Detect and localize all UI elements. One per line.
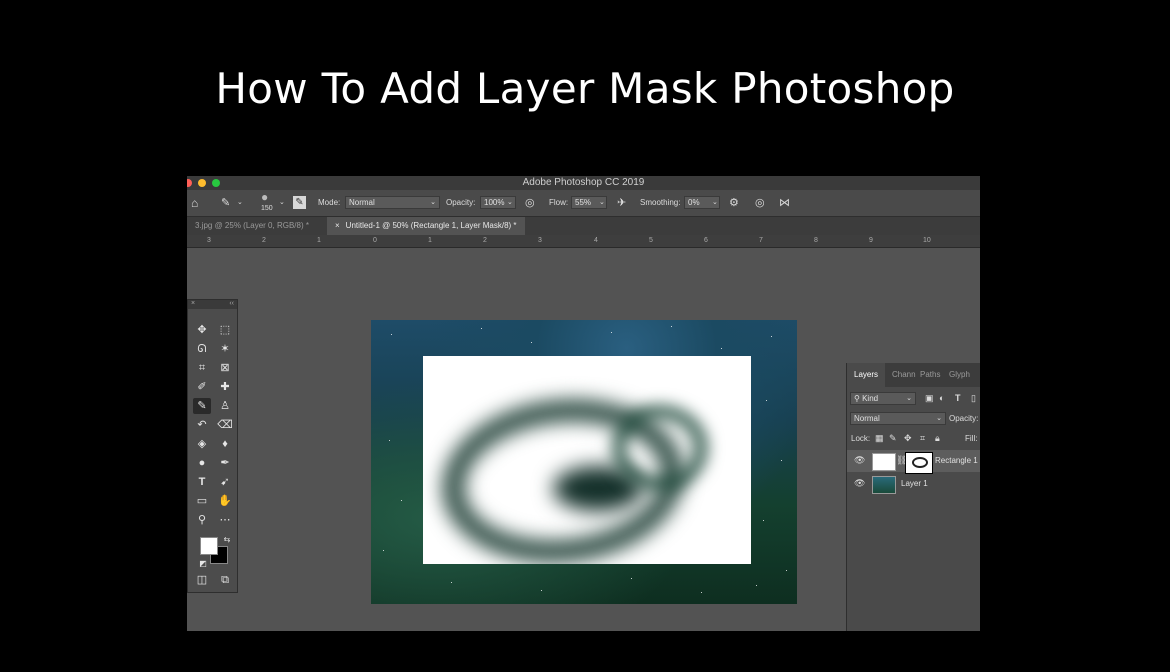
zoom-tool-icon[interactable]: ⚲	[193, 512, 211, 528]
more-tools-icon[interactable]: ⋯	[216, 512, 234, 528]
horizontal-ruler: 3 2 1 0 1 2 3 4 5 6 7 8 9 10	[187, 235, 980, 248]
pressure-size-icon[interactable]: ◎	[755, 190, 765, 216]
crop-tool-icon[interactable]: ⌗	[193, 360, 211, 376]
lock-transparent-icon[interactable]: ▦	[875, 433, 884, 444]
layer-row-layer-1[interactable]: 👁︎ Layer 1	[847, 473, 980, 495]
marquee-tool-icon[interactable]: ⬚	[216, 322, 234, 338]
eye-icon[interactable]: 👁︎	[854, 478, 865, 489]
eraser-tool-icon[interactable]: ⌫	[216, 417, 234, 433]
filter-type-icon[interactable]: T	[955, 393, 961, 403]
lock-all-icon[interactable]: 🔒︎	[935, 433, 940, 444]
symmetry-butterfly-icon[interactable]: ⋈	[779, 190, 790, 216]
tools-panel: × ‹‹ ✥ ⬚ ᘏ ✶ ⌗ ⊠ ✐ ✚ ✎ ♙ ↶ ⌫ ◈ ♦ ● ✒ T ➹…	[187, 299, 238, 593]
layer-thumbnail[interactable]	[872, 453, 896, 471]
path-selection-tool-icon[interactable]: ➹	[216, 474, 234, 490]
minimize-window-button[interactable]	[198, 179, 206, 187]
screen-mode-icon[interactable]: ⧉	[216, 572, 234, 588]
lock-paint-icon[interactable]: ✎	[889, 433, 897, 444]
document-canvas[interactable]	[371, 320, 797, 604]
layer-thumbnail[interactable]	[872, 476, 896, 494]
smoothing-label: Smoothing:	[640, 198, 681, 207]
title-bar: Adobe Photoshop CC 2019	[187, 176, 980, 190]
lock-artboard-icon[interactable]: ⌗	[920, 433, 925, 444]
blend-mode-select[interactable]: Normal ⌄	[850, 412, 946, 425]
chevron-down-icon: ⌄	[936, 415, 942, 422]
brush-tool-icon[interactable]: ✎	[193, 398, 211, 414]
close-window-button[interactable]	[187, 179, 192, 187]
chevron-down-icon[interactable]: ⌄	[237, 190, 243, 216]
lock-label: Lock:	[851, 434, 871, 443]
filter-pixel-icon[interactable]: ▣	[925, 393, 934, 404]
mode-label: Mode:	[318, 198, 341, 207]
type-tool-icon[interactable]: T	[193, 474, 211, 490]
layer-name[interactable]: Rectangle 1	[935, 450, 978, 472]
tab-channels[interactable]: Chann	[892, 363, 916, 387]
layer-mask-rectangle	[423, 356, 751, 564]
gear-icon[interactable]: ⚙	[729, 190, 739, 216]
home-icon[interactable]: ⌂	[191, 190, 198, 216]
heading: How To Add Layer Mask Photoshop	[215, 64, 955, 113]
filter-shape-icon[interactable]: ▯	[971, 393, 976, 404]
foreground-color-swatch[interactable]	[200, 537, 218, 555]
app-title: Adobe Photoshop CC 2019	[522, 177, 645, 188]
clone-stamp-tool-icon[interactable]: ♙	[216, 398, 234, 414]
options-bar: ⌂ ✎ ⌄ ● 150 ⌄ ✎ Mode: Normal ⌄ Opacity: 1…	[187, 190, 980, 217]
magic-wand-tool-icon[interactable]: ✶	[216, 341, 234, 357]
tab-paths[interactable]: Paths	[920, 363, 940, 387]
blur-tool-icon[interactable]: ♦	[216, 436, 234, 452]
history-brush-tool-icon[interactable]: ↶	[193, 417, 211, 433]
tools-panel-header: × ‹‹	[188, 300, 237, 309]
close-icon[interactable]: ×	[191, 300, 195, 307]
swap-colors-icon[interactable]: ⇆	[218, 532, 236, 548]
chevron-down-icon: ⌄	[430, 199, 436, 206]
rectangle-tool-icon[interactable]: ▭	[193, 493, 211, 509]
layer-filter-select[interactable]: ⚲ Kind ⌄	[850, 392, 916, 405]
eyedropper-tool-icon[interactable]: ✐	[193, 379, 211, 395]
search-icon: ⚲	[854, 394, 863, 403]
brush-tool-icon[interactable]: ✎	[221, 190, 230, 216]
opacity-label: Opacity:	[446, 198, 476, 207]
flow-chevron-icon[interactable]: ⌄	[599, 190, 605, 216]
zoom-window-button[interactable]	[212, 179, 220, 187]
lasso-tool-icon[interactable]: ᘏ	[193, 341, 211, 357]
flow-label: Flow:	[549, 198, 569, 207]
frame-tool-icon[interactable]: ⊠	[216, 360, 234, 376]
brush-settings-panel-icon[interactable]: ✎	[293, 196, 306, 209]
brush-picker-chevron-icon[interactable]: ⌄	[279, 190, 285, 216]
paint-bucket-tool-icon[interactable]: ◈	[193, 436, 211, 452]
layer-name[interactable]: Layer 1	[901, 473, 928, 495]
eye-icon[interactable]: 👁︎	[854, 455, 865, 466]
layers-panel: Layers Chann Paths Glyph ⚲ Kind ⌄ ▣ ◐ T ▯…	[846, 363, 980, 631]
opacity-chevron-icon[interactable]: ⌄	[507, 190, 513, 216]
filter-adjustment-icon[interactable]: ◐	[939, 393, 944, 403]
pen-tool-icon[interactable]: ✒	[216, 455, 234, 471]
airbrush-icon[interactable]: ✈	[617, 190, 626, 216]
fill-label: Fill:	[965, 434, 978, 443]
lock-position-icon[interactable]: ✥	[904, 433, 912, 444]
close-icon[interactable]: ×	[335, 221, 340, 230]
quick-mask-icon[interactable]: ◫	[193, 572, 211, 588]
chevron-down-icon: ⌄	[906, 395, 912, 402]
tab-layers[interactable]: Layers	[847, 363, 886, 387]
smoothing-chevron-icon[interactable]: ⌄	[712, 190, 718, 216]
photoshop-window: Adobe Photoshop CC 2019 ⌂ ✎ ⌄ ● 150 ⌄ ✎ …	[187, 176, 980, 631]
mode-select[interactable]: Normal ⌄	[345, 196, 440, 209]
hand-tool-icon[interactable]: ✋	[216, 493, 234, 509]
collapse-icon[interactable]: ‹‹	[229, 300, 234, 307]
mask-thumbnail[interactable]	[906, 453, 932, 473]
tab-3jpg[interactable]: 3.jpg @ 25% (Layer 0, RGB/8) *	[187, 217, 317, 235]
move-tool-icon[interactable]: ✥	[193, 322, 211, 338]
opacity-label: Opacity:	[949, 414, 979, 423]
tab-glyphs[interactable]: Glyph	[949, 363, 970, 387]
default-colors-icon[interactable]: ◩	[194, 556, 212, 572]
pressure-opacity-icon[interactable]: ◎	[525, 190, 535, 216]
layer-row-rectangle-1[interactable]: 👁︎ ⛓︎ Rectangle 1	[847, 450, 980, 473]
layers-panel-tabs: Layers Chann Paths Glyph	[847, 363, 980, 387]
healing-brush-tool-icon[interactable]: ✚	[216, 379, 234, 395]
tab-untitled-1[interactable]: × Untitled-1 @ 50% (Rectangle 1, Layer Ma…	[327, 217, 525, 235]
document-tabs: 3.jpg @ 25% (Layer 0, RGB/8) * × Untitled…	[187, 217, 980, 235]
dodge-tool-icon[interactable]: ●	[193, 455, 211, 471]
